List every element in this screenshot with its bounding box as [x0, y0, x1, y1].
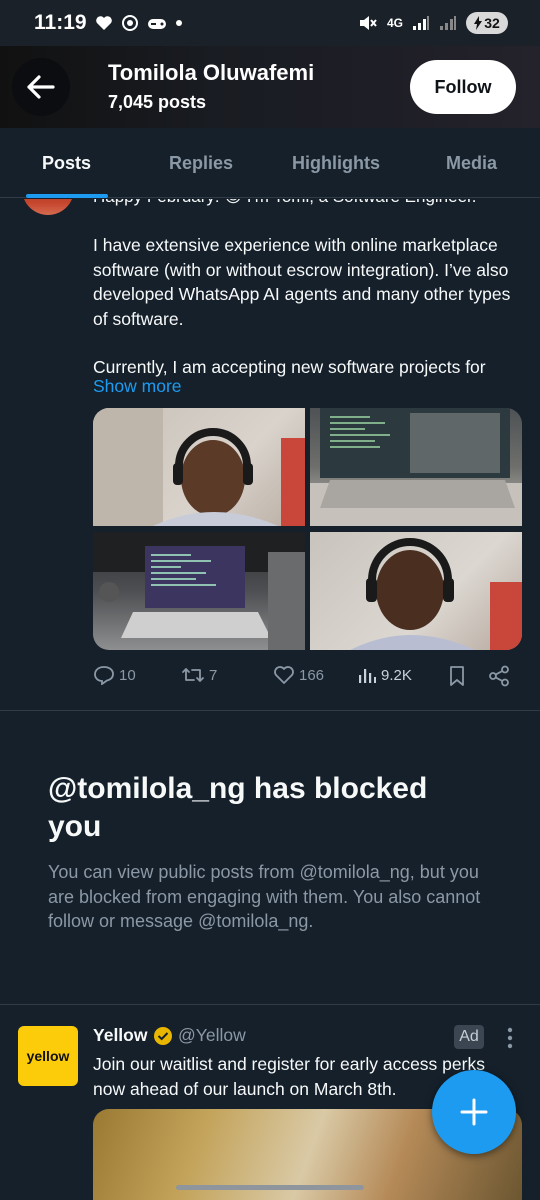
- person-photo-icon: [93, 408, 305, 526]
- media-grid: [93, 408, 522, 650]
- arrow-left-icon: [27, 75, 55, 99]
- tweet-actions: 10 7 166 9.2K: [93, 665, 523, 689]
- dot-icon: [175, 20, 182, 26]
- tweet-first-line: Happy February! 😊 I'm Tomi, a Software E…: [93, 199, 477, 207]
- person-photo-icon: [350, 538, 522, 650]
- ad-label: Ad: [454, 1025, 484, 1049]
- follow-button[interactable]: Follow: [410, 60, 516, 114]
- back-button[interactable]: [12, 58, 70, 116]
- advertiser-logo-text: yellow: [26, 1048, 70, 1064]
- status-bar-right: 4G 32: [358, 12, 508, 34]
- advertiser-logo[interactable]: yellow: [18, 1026, 78, 1086]
- network-type: 4G: [386, 16, 403, 30]
- view-count: 9.2K: [381, 666, 412, 684]
- bookmark-icon: [450, 666, 464, 686]
- compose-button[interactable]: [432, 1070, 516, 1154]
- tab-posts[interactable]: Posts: [42, 128, 91, 198]
- battery-indicator: 32: [466, 12, 508, 34]
- reply-icon: [94, 666, 114, 685]
- heart-icon: [95, 16, 112, 30]
- share-action[interactable]: [488, 665, 510, 687]
- more-options-icon[interactable]: [504, 1025, 516, 1051]
- advertiser-name[interactable]: Yellow: [93, 1025, 147, 1046]
- profile-header: Tomilola Oluwafemi 7,045 posts Follow: [0, 46, 540, 128]
- tweet[interactable]: Happy February! 😊 I'm Tomi, a Software E…: [0, 199, 540, 709]
- laptop-car-photo-icon: [93, 532, 305, 650]
- heart-outline-icon: [274, 666, 294, 684]
- reply-action[interactable]: 10: [93, 665, 136, 685]
- tab-replies[interactable]: Replies: [169, 128, 233, 198]
- blocked-description: You can view public posts from @tomilola…: [48, 862, 481, 931]
- media-photo[interactable]: [310, 408, 522, 526]
- tab-media[interactable]: Media: [446, 128, 497, 198]
- profile-tabs: Posts Replies Highlights Media: [0, 128, 540, 198]
- status-time: 11:19: [34, 11, 87, 34]
- bookmark-action[interactable]: [448, 665, 466, 687]
- blocked-title: @tomilola_ng has blocked you: [48, 772, 428, 843]
- plus-icon: [460, 1098, 488, 1126]
- active-tab-indicator: [26, 194, 108, 198]
- tab-highlights[interactable]: Highlights: [292, 128, 380, 198]
- gesture-nav-bar[interactable]: [176, 1185, 364, 1190]
- mute-icon: [359, 16, 377, 30]
- show-more-link[interactable]: Show more: [93, 376, 182, 397]
- views-action[interactable]: 9.2K: [357, 665, 412, 685]
- gamepad-icon: [147, 19, 166, 29]
- status-bar-left: 11:19: [34, 11, 183, 35]
- status-bar: 11:19 4G 32: [0, 0, 540, 46]
- repost-icon: [182, 668, 204, 682]
- repost-count: 7: [209, 666, 218, 684]
- laptop-photo-icon: [310, 408, 522, 526]
- battery-level: 32: [484, 15, 500, 31]
- divider: [0, 710, 540, 711]
- share-icon: [489, 665, 509, 687]
- reply-count: 10: [119, 666, 136, 684]
- repost-action[interactable]: 7: [181, 665, 217, 685]
- media-photo[interactable]: [93, 532, 305, 650]
- post-count: 7,045 posts: [108, 92, 207, 112]
- analytics-icon: [359, 669, 376, 683]
- avatar[interactable]: [22, 199, 74, 215]
- media-photo[interactable]: [310, 532, 522, 650]
- whatsapp-icon: [121, 15, 138, 31]
- signal-icon-2: [440, 16, 456, 30]
- profile-name: Tomilola Oluwafemi: [108, 60, 315, 85]
- verified-badge-icon: [154, 1027, 172, 1045]
- signal-icon: [413, 16, 429, 30]
- media-photo[interactable]: [93, 408, 305, 526]
- like-action[interactable]: 166: [273, 665, 324, 685]
- advertiser-handle[interactable]: @Yellow: [178, 1025, 246, 1046]
- tweet-paragraph: I have extensive experience with online …: [93, 235, 511, 329]
- charging-icon: [474, 16, 483, 30]
- like-count: 166: [299, 666, 325, 684]
